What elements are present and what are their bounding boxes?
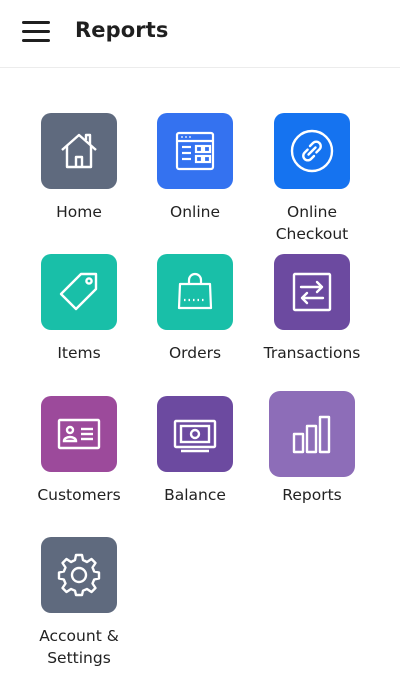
gear-icon: [57, 553, 101, 597]
tile-online[interactable]: Online: [137, 113, 253, 223]
reports-icon-box: [269, 391, 355, 477]
tile-label: Balance: [164, 486, 226, 504]
house-icon: [61, 133, 97, 169]
tile-customers[interactable]: Customers: [21, 396, 137, 506]
transfer-arrows-icon: [292, 272, 332, 312]
shopping-bag-icon: [177, 272, 213, 310]
tile-balance[interactable]: Balance: [137, 396, 253, 506]
tile-items[interactable]: Items: [21, 254, 137, 364]
banknote-icon: [173, 419, 217, 453]
tile-label: Account & Settings: [39, 627, 119, 667]
online-store-icon: [175, 131, 215, 171]
transactions-icon-box: [274, 254, 350, 330]
orders-icon-box: [157, 254, 233, 330]
app-header: Reports: [0, 0, 400, 68]
tile-label: Customers: [37, 486, 121, 504]
online-checkout-icon-box: [274, 113, 350, 189]
tile-reports[interactable]: Reports: [254, 391, 370, 506]
customers-icon-box: [41, 396, 117, 472]
tile-home[interactable]: Home: [21, 113, 137, 223]
home-icon-box: [41, 113, 117, 189]
balance-icon-box: [157, 396, 233, 472]
tile-label: Items: [57, 344, 101, 362]
tile-orders[interactable]: Orders: [137, 254, 253, 364]
account-settings-icon-box: [41, 537, 117, 613]
tile-transactions[interactable]: Transactions: [254, 254, 370, 364]
tag-icon: [59, 272, 98, 311]
id-card-icon: [57, 418, 101, 450]
bar-chart-icon: [292, 415, 331, 454]
items-icon-box: [41, 254, 117, 330]
page-title: Reports: [75, 18, 169, 42]
online-icon-box: [157, 113, 233, 189]
tile-online-checkout[interactable]: Online Checkout: [254, 113, 370, 245]
tile-label: Home: [56, 203, 102, 221]
hamburger-menu-icon[interactable]: [22, 21, 50, 43]
tile-label: Orders: [168, 344, 222, 362]
link-icon: [290, 129, 334, 173]
tile-label: Transactions: [263, 344, 361, 362]
tile-account-settings[interactable]: Account & Settings: [21, 537, 137, 669]
tile-label: Online Checkout: [275, 203, 349, 243]
tile-label: Reports: [282, 486, 342, 504]
tile-label: Online: [170, 203, 220, 221]
